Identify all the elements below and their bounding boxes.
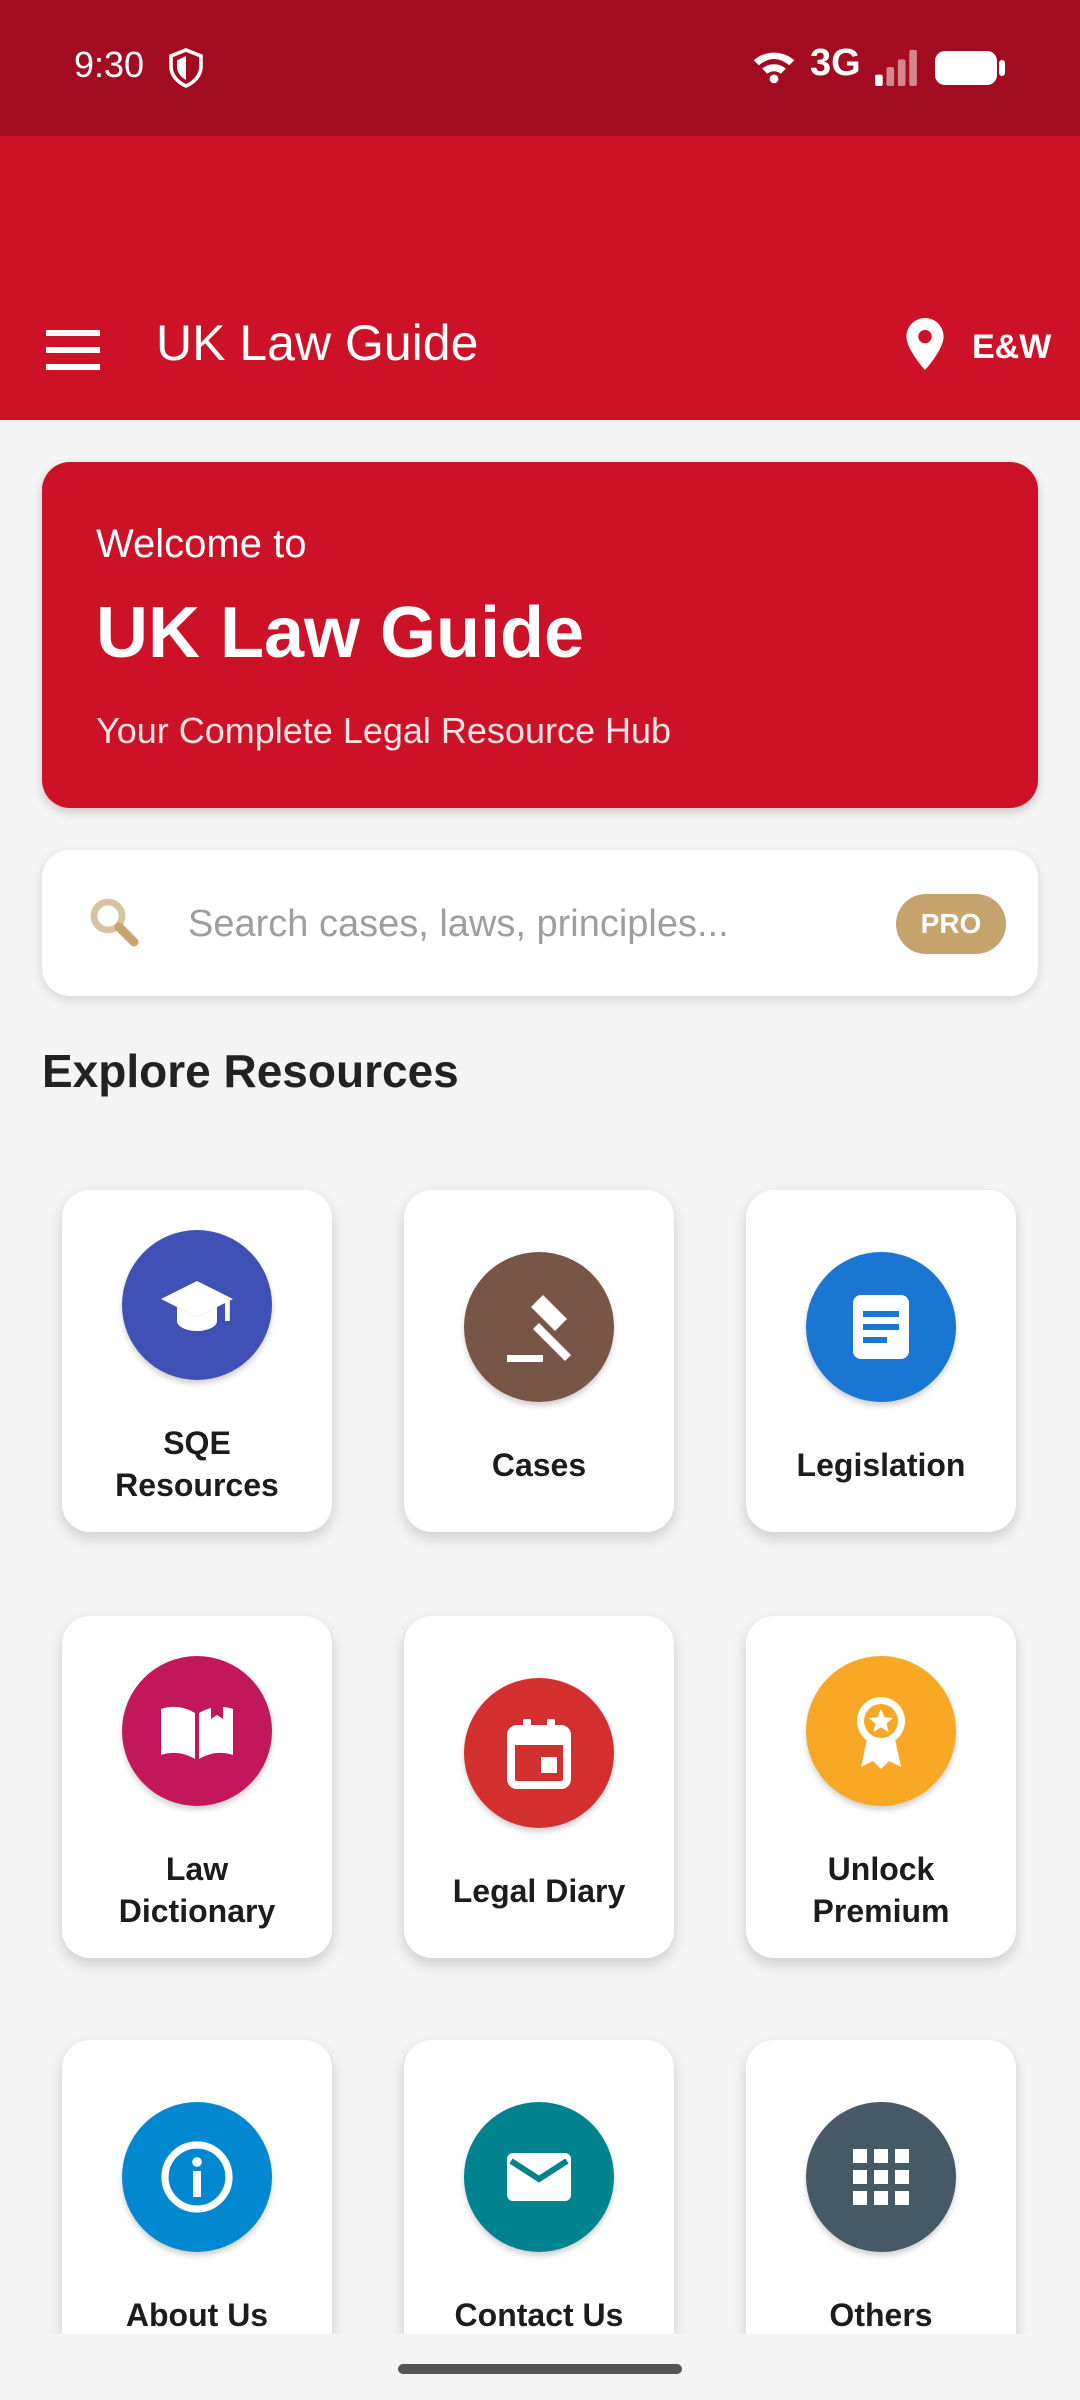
wifi-icon <box>753 52 795 84</box>
welcome-pre-title: Welcome to <box>96 522 307 566</box>
tile-others[interactable]: Others <box>746 2040 1016 2382</box>
tile-label: SQE Resources <box>115 1425 279 1503</box>
location-pin-icon[interactable] <box>906 318 944 370</box>
document-icon <box>806 1252 956 1402</box>
graduation-cap-icon <box>122 1230 272 1380</box>
welcome-subtitle: Your Complete Legal Resource Hub <box>96 710 672 751</box>
tile-sqe-resources[interactable]: SQE Resources <box>62 1190 332 1532</box>
tile-label: Legal Diary <box>452 1873 626 1909</box>
mail-icon <box>464 2102 614 2252</box>
tile-law-dictionary[interactable]: Law Dictionary <box>62 1616 332 1958</box>
tile-label: Legislation <box>796 1447 966 1483</box>
signal-icon <box>875 49 917 86</box>
network-type-label: 3G <box>810 42 861 84</box>
home-indicator[interactable] <box>398 2364 682 2374</box>
welcome-card: Welcome to UK Law Guide Your Complete Le… <box>42 462 1038 808</box>
tile-legal-diary[interactable]: Legal Diary <box>404 1616 674 1958</box>
tile-about-us[interactable]: About Us <box>62 2040 332 2382</box>
tile-cases[interactable]: Cases <box>404 1190 674 1532</box>
battery-icon <box>935 51 1005 85</box>
tile-contact-us[interactable]: Contact Us <box>404 2040 674 2382</box>
section-title: Explore Resources <box>42 1045 459 1097</box>
tile-label: Law Dictionary <box>118 1851 276 1929</box>
gavel-icon <box>464 1252 614 1402</box>
tile-label: Cases <box>491 1447 587 1483</box>
shield-icon <box>169 48 203 88</box>
award-icon <box>806 1656 956 1806</box>
search-icon <box>90 898 139 947</box>
status-bar: 9:30 3G <box>0 0 1080 136</box>
tile-unlock-premium[interactable]: Unlock Premium <box>746 1616 1016 1958</box>
tile-label: About Us <box>125 2297 269 2333</box>
grid-icon <box>806 2102 956 2252</box>
status-time: 9:30 <box>74 44 145 85</box>
region-selector[interactable]: E&W <box>972 328 1051 367</box>
pro-badge[interactable]: PRO <box>896 894 1006 954</box>
search-bar[interactable]: PRO <box>42 850 1038 996</box>
info-icon <box>122 2102 272 2252</box>
app-bar: UK Law Guide E&W <box>0 136 1080 420</box>
welcome-title: UK Law Guide <box>96 593 585 673</box>
book-icon <box>122 1656 272 1806</box>
tile-legislation[interactable]: Legislation <box>746 1190 1016 1532</box>
menu-icon[interactable] <box>46 330 100 370</box>
search-input[interactable] <box>186 890 910 958</box>
calendar-icon <box>464 1678 614 1828</box>
tile-label: Contact Us <box>454 2297 624 2333</box>
tile-label: Others <box>829 2297 933 2333</box>
tile-label: Unlock Premium <box>812 1851 950 1929</box>
app-title: UK Law Guide <box>156 315 479 371</box>
